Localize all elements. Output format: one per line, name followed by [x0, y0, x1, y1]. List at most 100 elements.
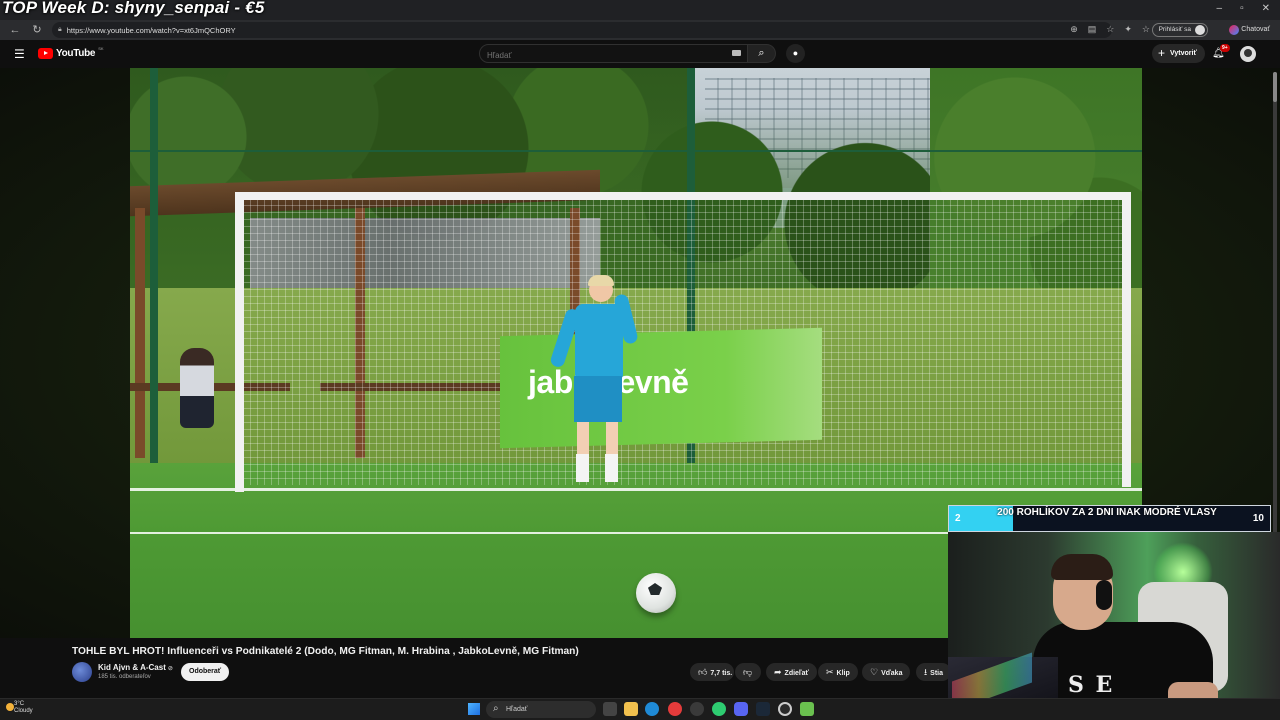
- search-icon: ⌕: [758, 47, 765, 59]
- close-icon[interactable]: ✕: [1262, 3, 1270, 14]
- scrollbar-thumb[interactable]: [1273, 72, 1277, 102]
- url-text: https://www.youtube.com/watch?v=xt6JmQCh…: [66, 25, 236, 35]
- like-button[interactable]: 👍︎ 7,7 tis.: [690, 663, 734, 681]
- search-box: [479, 44, 748, 64]
- extension-icons: ⊕ ▤ ☆ ✦ ☆: [1070, 24, 1150, 35]
- thumbs-down-icon: 👎︎: [743, 667, 753, 677]
- webcam-streamer-hair: [1051, 554, 1113, 580]
- subscriber-goal-bar: 2 200 ROHLÍKOV ZA 2 DNI INAK MODRÉ VLASY…: [948, 505, 1271, 532]
- favorites-list-icon[interactable]: ☆: [1142, 24, 1150, 35]
- chat-label: Chatovať: [1241, 26, 1270, 33]
- translate-icon[interactable]: ⊕: [1070, 24, 1078, 35]
- keyboard-icon[interactable]: [732, 50, 741, 56]
- like-count: 7,7 tis.: [710, 670, 733, 677]
- video-goal-post-left: [235, 192, 244, 492]
- media-app-icon[interactable]: [668, 702, 682, 716]
- address-bar: ← ↻ 🔒︎ https://www.youtube.com/watch?v=x…: [0, 20, 1280, 40]
- heart-dollar-icon: ♡: [870, 667, 879, 677]
- video-keeper-sock: [576, 454, 589, 482]
- channel-avatar[interactable]: [72, 662, 92, 682]
- scissors-icon: ✂: [826, 667, 834, 677]
- webcam-shirt-print: S E: [1068, 672, 1115, 698]
- file-explorer-icon[interactable]: [624, 702, 638, 716]
- weather-icon: [6, 703, 14, 711]
- reload-icon[interactable]: ↻: [30, 23, 44, 37]
- download-label: Stia: [930, 670, 943, 677]
- stream-overlay-title: TOP Week D: shyny_senpai - €5: [2, 0, 265, 17]
- plus-icon: +: [1158, 46, 1166, 60]
- favorite-icon[interactable]: ☆: [1106, 24, 1114, 35]
- task-view-icon[interactable]: [603, 702, 617, 716]
- windows-taskbar: 3°C Cloudy Hľadať: [0, 698, 1280, 720]
- thanks-button[interactable]: ♡ Vďaka: [862, 663, 911, 681]
- search-button[interactable]: ⌕: [748, 44, 776, 63]
- streamer-webcam: S E: [948, 532, 1280, 720]
- video-keeper-sock: [605, 454, 618, 482]
- youtube-header: ☰ YouTube SK ⌕ ● + Vytvoriť 🔔︎ 9+: [0, 40, 1280, 68]
- menu-icon[interactable]: ☰: [14, 48, 26, 60]
- discord-icon[interactable]: [734, 702, 748, 716]
- video-goal-post-right: [1122, 192, 1131, 487]
- video-spectator: [180, 348, 214, 428]
- reader-icon[interactable]: ▤: [1088, 24, 1097, 35]
- goal-current: 2: [955, 513, 961, 524]
- window-controls: – ▫ ✕: [1217, 3, 1271, 14]
- create-button[interactable]: + Vytvoriť: [1152, 44, 1205, 63]
- microphone-icon: ●: [792, 48, 799, 58]
- search-input[interactable]: [480, 47, 720, 64]
- edge-icon[interactable]: [645, 702, 659, 716]
- channel-name-row[interactable]: Kid Ajvn & A-Cast ⊘: [98, 663, 173, 672]
- video-goalkeeper: [575, 304, 623, 379]
- verified-icon: ⊘: [167, 666, 173, 672]
- goal-label: 200 ROHLÍKOV ZA 2 DNI INAK MODRÉ VLASY: [997, 507, 1217, 518]
- goal-max: 10: [1252, 513, 1264, 524]
- video-keeper-shorts: [574, 376, 622, 422]
- channel-name[interactable]: Kid Ajvn & A-Cast: [98, 663, 166, 672]
- clip-button[interactable]: ✂ Klip: [818, 663, 858, 681]
- video-goal-crossbar: [235, 192, 1130, 200]
- app-icon[interactable]: [690, 702, 704, 716]
- copilot-chat-button[interactable]: Chatovať: [1227, 23, 1274, 37]
- thanks-label: Vďaka: [881, 670, 903, 677]
- youtube-logo[interactable]: YouTube SK: [38, 46, 104, 59]
- steam-icon[interactable]: [756, 702, 770, 716]
- clip-label: Klip: [836, 670, 850, 677]
- signin-button[interactable]: Prihlásiť sa: [1151, 23, 1208, 37]
- windows-start-icon[interactable]: [468, 703, 480, 715]
- back-icon[interactable]: ←: [8, 23, 22, 37]
- video-fence-pole: [150, 68, 158, 468]
- taskbar-search[interactable]: Hľadať: [486, 700, 596, 718]
- weather-widget[interactable]: 3°C Cloudy: [6, 701, 33, 715]
- download-icon: ⭳: [924, 667, 928, 677]
- profile-icon: [1195, 25, 1205, 35]
- signin-label: Prihlásiť sa: [1158, 26, 1191, 33]
- voice-search-button[interactable]: ●: [786, 44, 805, 63]
- subscriber-count: 185 tis. odberateľov: [98, 674, 151, 680]
- create-label: Vytvoriť: [1170, 50, 1197, 57]
- avatar[interactable]: [1240, 46, 1256, 62]
- youtube-play-icon: [38, 48, 53, 59]
- share-icon: ➦: [774, 667, 782, 677]
- subscribe-button[interactable]: Odoberať: [181, 663, 230, 681]
- url-field[interactable]: 🔒︎ https://www.youtube.com/watch?v=xt6Jm…: [52, 22, 1112, 38]
- obs-icon[interactable]: [778, 702, 792, 716]
- headset-icon: [1096, 580, 1112, 610]
- extensions-icon[interactable]: ✦: [1124, 24, 1132, 35]
- notification-badge: 9+: [1220, 44, 1230, 52]
- download-button[interactable]: ⭳ Stia: [916, 663, 951, 681]
- maximize-icon[interactable]: ▫: [1240, 3, 1244, 14]
- video-pitch-line: [130, 488, 1142, 491]
- share-button[interactable]: ➦ Zdieľať: [766, 663, 817, 681]
- video-title: TOHLE BYL HROT! Influenceři vs Podnikate…: [72, 646, 579, 657]
- video-shelter-post: [135, 208, 145, 458]
- share-label: Zdieľať: [784, 670, 809, 677]
- copilot-icon: [1229, 25, 1240, 35]
- dislike-button[interactable]: 👎︎: [735, 663, 761, 681]
- youtube-wordmark: YouTube: [56, 48, 96, 59]
- minimize-icon[interactable]: –: [1217, 3, 1223, 14]
- app-icon-green[interactable]: [800, 702, 814, 716]
- weather-condition: Cloudy: [14, 708, 33, 714]
- video-keeper-hair: [588, 275, 614, 286]
- lock-icon: 🔒︎: [58, 26, 62, 33]
- whatsapp-icon[interactable]: [712, 702, 726, 716]
